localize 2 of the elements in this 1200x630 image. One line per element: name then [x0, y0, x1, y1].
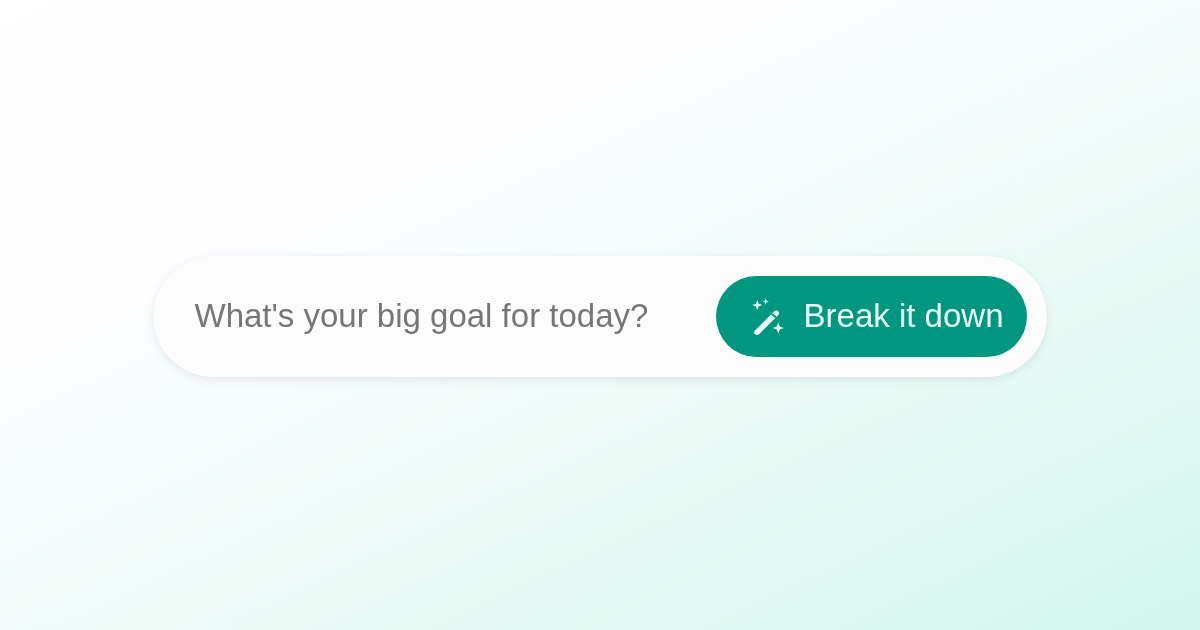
break-it-down-button[interactable]: Break it down: [715, 275, 1027, 357]
goal-input[interactable]: What's your big goal for today?: [194, 295, 716, 337]
